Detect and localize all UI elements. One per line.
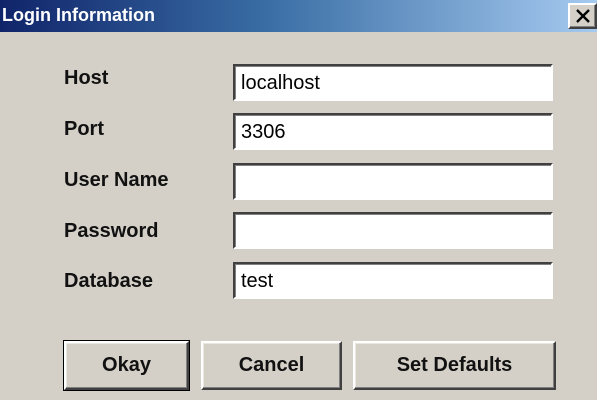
password-label: Password <box>64 220 159 242</box>
username-input[interactable] <box>233 163 553 200</box>
password-input[interactable] <box>233 212 553 249</box>
close-button[interactable] <box>568 3 597 29</box>
set-defaults-button[interactable]: Set Defaults <box>353 341 556 390</box>
host-input[interactable] <box>233 64 553 101</box>
window-title: Login Information <box>2 5 155 25</box>
titlebar[interactable]: Login Information <box>0 0 597 32</box>
database-input[interactable] <box>233 262 553 299</box>
cancel-button[interactable]: Cancel <box>201 341 342 390</box>
username-label: User Name <box>64 169 169 191</box>
database-label: Database <box>64 270 153 292</box>
login-dialog: Login Information Host Port User Name Pa… <box>0 0 597 400</box>
host-label: Host <box>64 67 109 89</box>
port-input[interactable] <box>233 113 553 150</box>
close-icon <box>576 9 590 23</box>
okay-button[interactable]: Okay <box>63 340 190 391</box>
port-label: Port <box>64 118 104 140</box>
